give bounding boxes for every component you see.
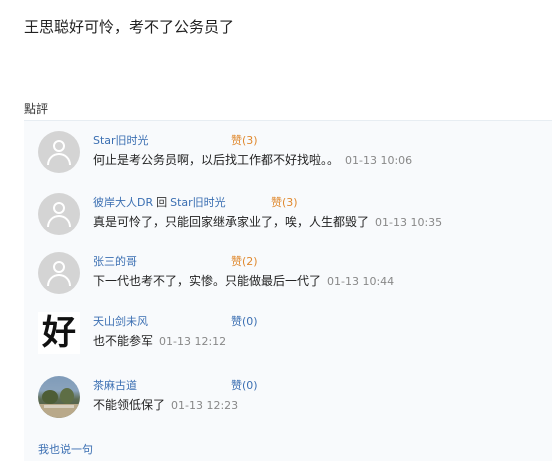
comment-item: 彼岸大人DR 回 Star旧时光 赞(3) 真是可怜了，只能回家继承家业了，唉，人生… (38, 193, 548, 241)
like-button[interactable]: 赞(3) (231, 134, 258, 148)
comment-text: 也不能参军 01-13 12:12 (93, 333, 226, 350)
comment-meta: Star旧时光 (93, 134, 149, 148)
comment-text: 真是可怜了，只能回家继承家业了，唉，人生都毁了 01-13 10:35 (93, 214, 442, 231)
comment-username[interactable]: 茶麻古道 (93, 379, 137, 392)
comment-list: Star旧时光 赞(3) 何止是考公务员啊，以后找工作都不好找啦。。 01-13 … (24, 121, 552, 461)
comment-time: 01-13 12:23 (171, 399, 239, 412)
comment-text: 何止是考公务员啊，以后找工作都不好找啦。。 01-13 10:06 (93, 152, 412, 169)
comment-body: 真是可怜了，只能回家继承家业了，唉，人生都毁了 (93, 215, 370, 229)
photo-avatar[interactable] (38, 376, 80, 418)
comment-username[interactable]: 彼岸大人DR (93, 196, 153, 209)
reply-label: 回 (156, 196, 168, 209)
comment-username[interactable]: Star旧时光 (93, 134, 149, 147)
default-avatar-icon[interactable] (38, 193, 80, 235)
comment-item: 茶麻古道 赞(0) 不能领低保了 01-13 12:23 (38, 376, 548, 424)
comment-time: 01-13 12:12 (159, 335, 227, 348)
comment-meta: 张三的哥 (93, 255, 137, 269)
like-button[interactable]: 赞(3) (271, 196, 298, 210)
comment-body: 何止是考公务员啊，以后找工作都不好找啦。。 (93, 153, 340, 167)
reply-to-username[interactable]: Star旧时光 (170, 196, 226, 209)
calligraphy-avatar[interactable]: 好 (38, 312, 80, 354)
post-title: 王思聪好可怜，考不了公务员了 (24, 18, 235, 36)
comment-username[interactable]: 张三的哥 (93, 255, 137, 268)
comment-body: 下一代也考不了，实惨。只能做最后一代了 (93, 274, 322, 288)
like-button[interactable]: 赞(0) (231, 379, 258, 393)
comment-meta: 彼岸大人DR 回 Star旧时光 (93, 196, 226, 210)
comment-text: 下一代也考不了，实惨。只能做最后一代了 01-13 10:44 (93, 273, 394, 290)
comment-item: Star旧时光 赞(3) 何止是考公务员啊，以后找工作都不好找啦。。 01-13 … (38, 131, 548, 179)
comment-body: 不能领低保了 (93, 398, 166, 412)
comment-item: 张三的哥 赞(2) 下一代也考不了，实惨。只能做最后一代了 01-13 10:44 (38, 252, 548, 300)
comment-meta: 天山剑未风 (93, 315, 148, 329)
comment-time: 01-13 10:44 (327, 275, 395, 288)
comment-username[interactable]: 天山剑未风 (93, 315, 148, 328)
comment-item: 好 天山剑未风 赞(0) 也不能参军 01-13 12:12 (38, 312, 548, 360)
default-avatar-icon[interactable] (38, 252, 80, 294)
like-button[interactable]: 赞(2) (231, 255, 258, 269)
comment-body: 也不能参军 (93, 334, 154, 348)
comment-meta: 茶麻古道 (93, 379, 137, 393)
comment-time: 01-13 10:35 (375, 216, 443, 229)
comment-time: 01-13 10:06 (345, 154, 413, 167)
comments-section-label: 點評 (24, 102, 49, 116)
comment-text: 不能领低保了 01-13 12:23 (93, 397, 238, 414)
default-avatar-icon[interactable] (38, 131, 80, 173)
like-button[interactable]: 赞(0) (231, 315, 258, 329)
add-comment-link[interactable]: 我也说一句 (38, 441, 93, 457)
